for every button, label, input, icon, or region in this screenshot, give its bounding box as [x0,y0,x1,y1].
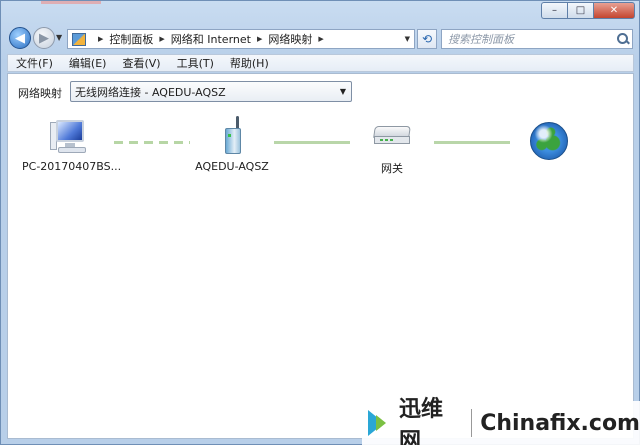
internet-globe-icon [530,122,568,160]
forward-arrow-icon[interactable]: ▶ [33,27,55,49]
router-label: AQEDU-AQSZ [195,160,269,173]
maximize-button[interactable]: □ [567,2,593,19]
menu-help[interactable]: 帮助(H) [222,55,277,71]
window-controls: – □ ✕ [541,2,635,19]
minimize-button[interactable]: – [541,2,567,19]
chevron-right-icon[interactable]: ▶ [318,35,323,43]
explorer-window: – □ ✕ ◀ ▶ ▼ ▶ 控制面板 ▶ 网络和 Internet ▶ 网络映射… [0,0,640,445]
menu-bar: 文件(F) 编辑(E) 查看(V) 工具(T) 帮助(H) [7,54,634,72]
control-panel-icon [72,32,86,46]
close-button[interactable]: ✕ [593,2,635,19]
breadcrumb-network-map[interactable]: 网络映射 [268,31,312,47]
selected-network: 无线网络连接 - AQEDU-AQSZ [75,85,226,99]
menu-view[interactable]: 查看(V) [114,55,168,71]
network-map-pane: 网络映射 无线网络连接 - AQEDU-AQSZ ▼ PC-20170407BS… [7,73,634,439]
chevron-down-icon[interactable]: ▼ [340,87,346,96]
back-arrow-icon[interactable]: ◀ [9,27,31,49]
watermark-divider [471,409,473,437]
title-redaction [41,1,101,4]
computer-label: PC-20170407BS... [22,160,122,173]
menu-file[interactable]: 文件(F) [8,55,61,71]
navigation-bar: ◀ ▶ ▼ ▶ 控制面板 ▶ 网络和 Internet ▶ 网络映射 ▶ ▼ ⟲… [1,25,640,53]
watermark-brand-cn: 迅维网 [399,397,444,445]
connection-link-pc-router [114,141,190,144]
computer-icon [50,116,90,156]
chevron-right-icon[interactable]: ▶ [257,35,262,43]
address-dropdown-icon[interactable]: ▼ [405,35,410,43]
search-placeholder: 搜索控制面板 [448,33,514,46]
network-map-label: 网络映射 [18,87,62,100]
network-select[interactable]: 无线网络连接 - AQEDU-AQSZ ▼ [70,81,352,102]
breadcrumb: ▶ 控制面板 ▶ 网络和 Internet ▶ 网络映射 ▶ [92,31,330,47]
title-bar: – □ ✕ [1,1,640,23]
chevron-right-icon[interactable]: ▶ [159,35,164,43]
connection-link-gateway-internet [434,141,510,144]
recent-pages-dropdown-icon[interactable]: ▼ [56,33,62,42]
menu-tools[interactable]: 工具(T) [169,55,222,71]
address-bar[interactable]: ▶ 控制面板 ▶ 网络和 Internet ▶ 网络映射 ▶ ▼ [67,29,415,49]
watermark: 迅维网 Chinafix.com [362,397,640,445]
search-input[interactable]: 搜索控制面板 [441,29,633,49]
refresh-icon[interactable]: ⟲ [417,29,437,49]
watermark-brand-en: Chinafix.com [480,410,640,436]
breadcrumb-network-internet[interactable]: 网络和 Internet [171,31,251,47]
map-node-gateway[interactable]: 网关 [360,116,424,176]
wireless-router-icon [212,116,252,156]
search-icon[interactable] [614,30,632,48]
map-node-computer[interactable]: PC-20170407BS... [22,116,122,173]
menu-edit[interactable]: 编辑(E) [61,55,115,71]
gateway-icon [372,116,412,156]
chevron-right-icon[interactable]: ▶ [98,35,103,43]
gateway-label: 网关 [381,162,403,175]
map-node-internet[interactable] [524,122,574,160]
connection-link-router-gateway [274,141,350,144]
map-node-router[interactable]: AQEDU-AQSZ [188,116,276,173]
brand-logo-icon [364,406,397,440]
breadcrumb-control-panel[interactable]: 控制面板 [109,31,153,47]
